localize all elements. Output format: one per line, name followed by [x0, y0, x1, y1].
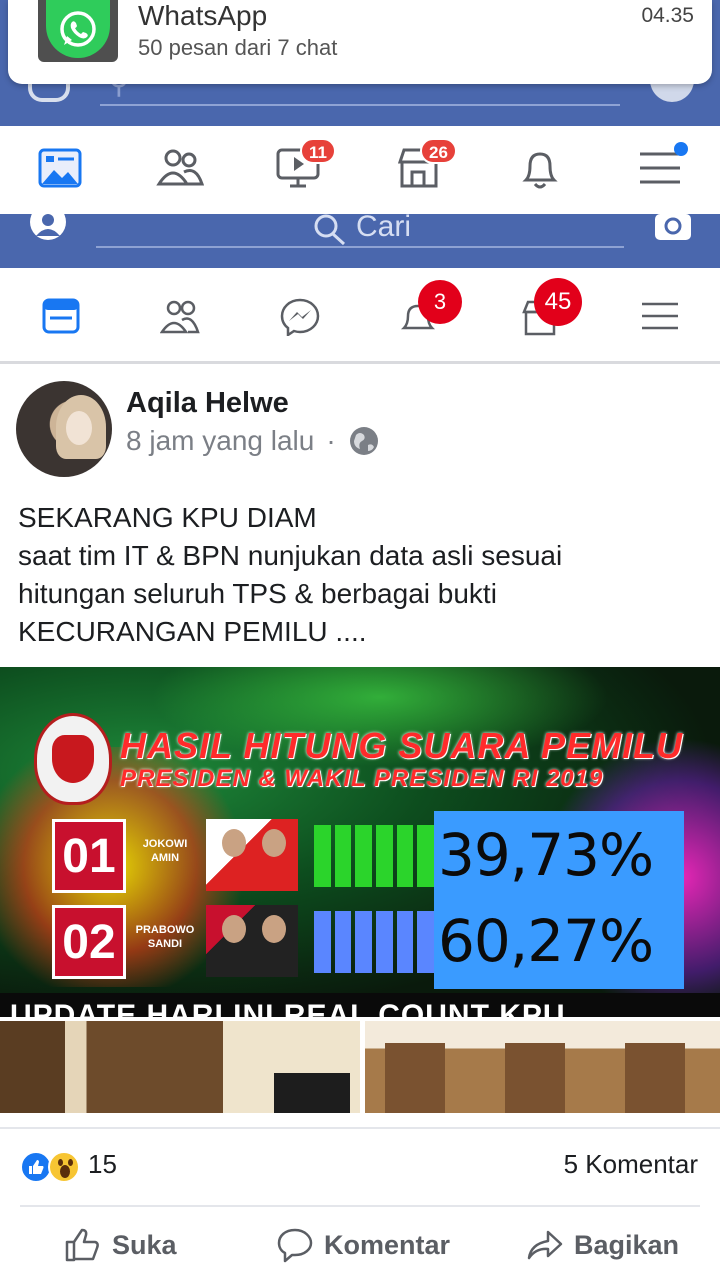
inner-tab-messenger[interactable]	[280, 298, 324, 338]
tab-news-feed[interactable]	[38, 146, 98, 196]
watch-badge: 11	[300, 138, 336, 164]
post-photo-grid	[0, 1017, 720, 1113]
post-text-line: saat tim IT & BPN nunjukan data asli ses…	[18, 540, 563, 571]
wow-reaction-icon	[48, 1151, 80, 1183]
post-action-bar: Suka Komentar Bagikan	[20, 1205, 700, 1277]
kpu-logo-icon	[34, 713, 112, 805]
inner-tab-notifications[interactable]: 3	[398, 280, 462, 338]
candidate-photo	[206, 905, 298, 977]
camera-icon[interactable]	[654, 214, 692, 242]
messenger-bolt-icon	[280, 298, 320, 338]
candidate-percent: 60,27%	[438, 907, 654, 975]
inner-tab-marketplace[interactable]: 45	[520, 278, 582, 338]
meta-separator: ·	[326, 425, 336, 456]
post-author[interactable]: Aqila Helwe	[126, 387, 289, 420]
share-button[interactable]: Bagikan	[526, 1217, 679, 1273]
inner-tab-friends[interactable]	[159, 298, 204, 338]
reaction-summary[interactable]: 15 5 Komentar	[0, 1127, 720, 1203]
post-text-line: SEKARANG KPU DIAM	[18, 502, 317, 533]
vote-bar	[314, 911, 435, 973]
image-headline: HASIL HITUNG SUARA PEMILU	[120, 725, 684, 766]
reaction-icons	[20, 1151, 80, 1183]
globe-icon	[349, 427, 378, 455]
comment-button[interactable]: Komentar	[276, 1217, 450, 1273]
marketplace-badge: 26	[420, 138, 457, 164]
vote-bar	[314, 825, 435, 887]
candidate-name: JOKOWI AMIN	[142, 838, 188, 864]
candidate-photo	[206, 819, 298, 891]
inner-news-feed-icon	[42, 298, 80, 334]
image-subheadline: PRESIDEN & WAKIL PRESIDEN RI 2019	[120, 765, 604, 792]
inner-profile-icon[interactable]	[28, 214, 68, 244]
menu-indicator-dot	[674, 142, 688, 156]
inner-search-input[interactable]: Cari	[356, 210, 411, 244]
notification-time: 04.35	[641, 4, 694, 27]
post-image[interactable]: HASIL HITUNG SUARA PEMILU PRESIDEN & WAK…	[0, 667, 720, 1017]
post-text-line: KECURANGAN PEMILU ....	[18, 616, 367, 647]
candidate-row: 01 JOKOWI AMIN 39,73%	[44, 811, 684, 903]
avatar[interactable]	[16, 381, 112, 477]
inner-tab-menu[interactable]	[640, 298, 684, 338]
tab-menu[interactable]	[638, 142, 698, 196]
bell-icon	[522, 152, 558, 189]
comment-label: Komentar	[324, 1229, 451, 1260]
share-arrow-icon	[527, 1230, 563, 1260]
news-feed-icon	[38, 148, 82, 188]
post-photo[interactable]	[0, 1021, 360, 1113]
inner-tab-news-feed[interactable]	[42, 298, 86, 338]
inner-menu-icon	[642, 302, 678, 330]
tab-notifications[interactable]	[518, 146, 578, 196]
comment-count[interactable]: 5 Komentar	[564, 1149, 698, 1180]
whatsapp-app-icon	[38, 0, 118, 62]
tab-friends[interactable]	[156, 146, 216, 196]
post-meta: 8 jam yang lalu ·	[126, 425, 380, 457]
like-button[interactable]: Suka	[64, 1217, 177, 1273]
post-timestamp[interactable]: 8 jam yang lalu	[126, 425, 314, 457]
inner-search-icon	[314, 214, 346, 246]
tab-watch[interactable]: 11	[276, 138, 336, 196]
friends-icon	[156, 149, 205, 186]
inner-friends-icon	[159, 300, 200, 334]
whatsapp-notification[interactable]: WhatsApp 50 pesan dari 7 chat 04.35	[8, 0, 712, 84]
image-footer: UPDATE HARI INI REAL COUNT KPU	[10, 999, 566, 1017]
candidate-row: 02 PRABOWO SANDI 60,27%	[44, 897, 684, 989]
comment-bubble-icon	[277, 1228, 313, 1263]
candidate-percent: 39,73%	[438, 821, 654, 889]
feed-post: Aqila Helwe 8 jam yang lalu · SEKARANG K…	[0, 367, 720, 1280]
reaction-count: 15	[88, 1149, 117, 1179]
inner-tab-bar: 3 45	[0, 268, 720, 364]
notification-app-name: WhatsApp	[138, 0, 268, 31]
candidate-number: 01	[52, 819, 126, 893]
tab-marketplace[interactable]: 26	[396, 138, 457, 196]
candidate-number: 02	[52, 905, 126, 979]
whatsapp-icon	[60, 11, 96, 47]
outer-tab-bar: 11 26	[0, 126, 720, 214]
like-label: Suka	[112, 1229, 177, 1260]
post-photo[interactable]	[365, 1021, 720, 1113]
inner-header: Cari	[0, 210, 720, 268]
candidate-name: PRABOWO SANDI	[135, 924, 195, 950]
inner-search-underline	[96, 246, 624, 248]
post-text-line: hitungan seluruh TPS & berbagai bukti	[18, 578, 497, 609]
outer-search-underline	[100, 104, 620, 106]
image-footer-strip: UPDATE HARI INI REAL COUNT KPU	[0, 993, 720, 1017]
notifications-badge: 3	[418, 280, 462, 324]
post-body: SEKARANG KPU DIAM saat tim IT & BPN nunj…	[18, 499, 708, 651]
share-label: Bagikan	[574, 1229, 680, 1260]
notification-message: 50 pesan dari 7 chat	[138, 35, 338, 60]
thumbs-up-icon	[65, 1228, 99, 1262]
inner-marketplace-badge: 45	[534, 278, 582, 326]
